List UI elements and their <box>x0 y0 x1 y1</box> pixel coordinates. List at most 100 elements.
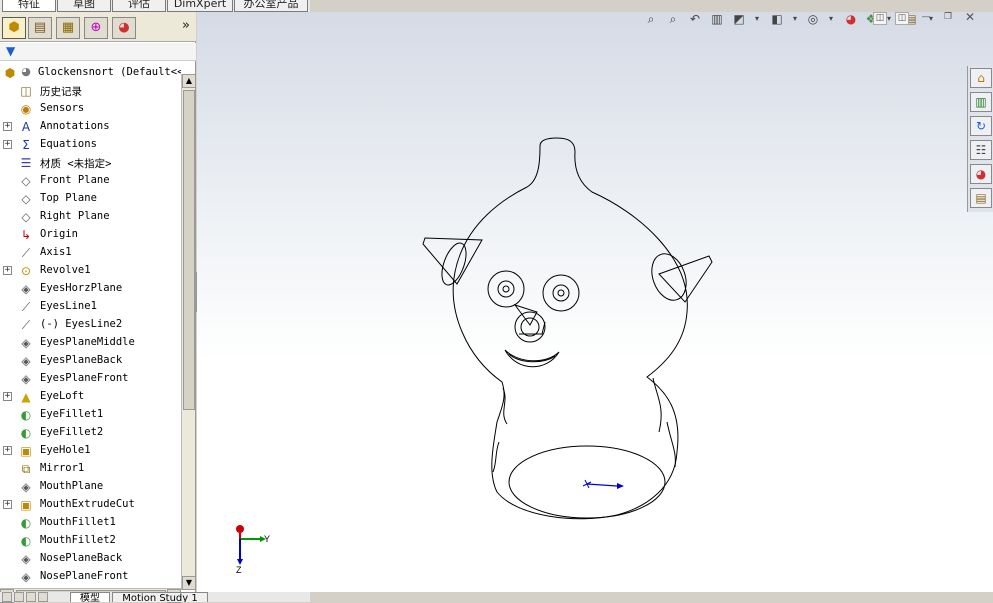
tree-item[interactable]: ◉ Sensors <box>0 100 181 118</box>
appearance-icon: ◕ <box>118 20 130 35</box>
tab-next-icon[interactable] <box>26 592 36 602</box>
filter-icon[interactable]: ▼ <box>6 44 15 58</box>
tab-first-icon[interactable] <box>2 592 12 602</box>
expand-icon[interactable]: + <box>3 392 12 401</box>
triad-z-label: Z <box>236 565 242 573</box>
tree-filter-row: ▼ <box>0 43 196 61</box>
tab-office-products[interactable]: 办公室产品 <box>234 0 308 12</box>
expand-icon[interactable]: + <box>3 140 12 149</box>
scroll-down-icon[interactable]: ▼ <box>182 576 196 590</box>
tree-item-label: Origin <box>40 228 78 240</box>
tab-model[interactable]: 模型 <box>70 592 110 602</box>
refresh-icon[interactable]: ↻ <box>970 116 992 136</box>
tree-item[interactable]: ⟋ Axis1 <box>0 244 181 262</box>
tree-item[interactable]: ◫ 历史记录 <box>0 82 181 100</box>
tree-item[interactable]: ◇ Top Plane <box>0 190 181 208</box>
property-manager-tab[interactable]: ▤ <box>28 17 52 39</box>
tree-item[interactable]: ◐ MouthFillet1 <box>0 514 181 532</box>
plane-icon: ◈ <box>21 282 31 296</box>
plane-icon: ◇ <box>21 210 31 224</box>
tree-item[interactable]: ◈ EyesPlaneMiddle <box>0 334 181 352</box>
custom-properties-icon[interactable]: ▤ <box>970 188 992 208</box>
triad-y-label: Y <box>264 534 270 544</box>
tab-sketch[interactable]: 草图 <box>57 0 111 12</box>
tree-item[interactable]: ◈ MouthPlane <box>0 478 181 496</box>
bottom-tab-bar: 模型 Motion Study 1 <box>0 592 310 602</box>
chevron-right-icon[interactable]: » <box>182 18 190 33</box>
tree-root[interactable]: ⬢ ◕ Glockensnort (Default<< <box>0 64 181 82</box>
left-ear <box>422 237 483 285</box>
plane-icon: ◈ <box>21 570 31 584</box>
configuration-icon: ▦ <box>61 20 75 35</box>
tree-item-label: Top Plane <box>40 192 97 204</box>
material-icon: ☰ <box>20 156 32 170</box>
tree-item-label: Front Plane <box>40 174 110 186</box>
tree-item[interactable]: + ⊙ Revolve1 <box>0 262 181 280</box>
tree-item[interactable]: ◐ EyeFillet1 <box>0 406 181 424</box>
feature-manager-tab[interactable]: ⬢ <box>2 17 26 39</box>
tree-item[interactable]: ⧉ Mirror1 <box>0 460 181 478</box>
expand-icon[interactable]: + <box>3 446 12 455</box>
expand-icon[interactable]: + <box>3 500 12 509</box>
home-icon[interactable]: ⌂ <box>970 68 992 88</box>
tree-item[interactable]: ⟋ (-) EyesLine2 <box>0 316 181 334</box>
tree-item[interactable]: + ▲ EyeLoft <box>0 388 181 406</box>
file-explorer-icon[interactable]: ☷ <box>970 140 992 160</box>
tab-evaluate[interactable]: 评估 <box>112 0 166 12</box>
tree-item-label: EyesPlaneFront <box>40 372 129 384</box>
expand-icon[interactable]: + <box>3 122 12 131</box>
feature-tree-icon: ⬢ <box>8 20 20 35</box>
tree-item[interactable]: ⟋ EyesLine1 <box>0 298 181 316</box>
tree-item[interactable]: ◈ NosePlaneBack <box>0 550 181 568</box>
dimxpert-manager-tab[interactable]: ⊕ <box>84 17 108 39</box>
tab-motion-study[interactable]: Motion Study 1 <box>112 592 208 602</box>
tree-item[interactable]: ◐ MouthFillet2 <box>0 532 181 550</box>
tree-item[interactable]: ☰ 材质 <未指定> <box>0 154 181 172</box>
origin-icon: ↳ <box>20 228 32 242</box>
tree-item[interactable]: ◐ EyeFillet2 <box>0 424 181 442</box>
sketch-icon: ⟋ <box>21 300 31 314</box>
tree-item[interactable]: ◈ EyesPlaneBack <box>0 352 181 370</box>
part-icon: ⬢ <box>4 66 16 80</box>
tree-item[interactable]: + Σ Equations <box>0 136 181 154</box>
sphere-icon: ◕ <box>21 65 31 78</box>
sketch-icon: ⟋ <box>21 318 31 332</box>
origin-marker <box>582 479 624 489</box>
tree-item[interactable]: + A Annotations <box>0 118 181 136</box>
graphics-area[interactable]: ⌕ ⌕ ↶ ▥ ◩ ▾ ◧ ▾ ◎ ▾ ◕ ❖ ▾ ▤ ▾ ◫ ◫ — ❐ ✕ <box>197 12 993 592</box>
tree-item-label: Revolve1 <box>40 264 91 276</box>
scroll-up-icon[interactable]: ▲ <box>182 74 196 88</box>
tab-last-icon[interactable] <box>38 592 48 602</box>
tree-item-label: 历史记录 <box>40 86 82 98</box>
tree-item-label: Mirror1 <box>40 462 85 474</box>
tree-item[interactable]: ◇ Front Plane <box>0 172 181 190</box>
expand-icon[interactable]: + <box>3 266 12 275</box>
tab-dimxpert[interactable]: DimXpert <box>167 0 233 12</box>
tree-item[interactable]: ◈ EyesPlaneFront <box>0 370 181 388</box>
tree-item[interactable]: ◈ EyesHorzPlane <box>0 280 181 298</box>
tree-item-label: Annotations <box>40 120 110 132</box>
configuration-manager-tab[interactable]: ▦ <box>56 17 80 39</box>
tree-vertical-scrollbar[interactable]: ▲ ▼ <box>181 74 196 590</box>
annotations-icon: A <box>21 120 31 134</box>
manager-tab-bar: ⬢ ▤ ▦ ⊕ ◕ » <box>0 12 196 42</box>
design-library-icon[interactable]: ▥ <box>970 92 992 112</box>
tab-prev-icon[interactable] <box>14 592 24 602</box>
appearances-icon[interactable]: ◕ <box>970 164 992 184</box>
tree-item[interactable]: + ▣ EyeHole1 <box>0 442 181 460</box>
tree-item[interactable]: + ▣ MouthExtrudeCut <box>0 496 181 514</box>
scroll-thumb[interactable] <box>183 90 195 410</box>
display-manager-tab[interactable]: ◕ <box>112 17 136 39</box>
tree-item[interactable]: ↳ Origin <box>0 226 181 244</box>
tree-item[interactable]: ◇ Right Plane <box>0 208 181 226</box>
equations-icon: Σ <box>22 138 30 152</box>
tab-features[interactable]: 特征 <box>2 0 56 12</box>
crosshair-icon: ⊕ <box>90 20 102 35</box>
fillet-icon: ◐ <box>20 408 32 422</box>
fillet-icon: ◐ <box>20 516 32 530</box>
plane-icon: ◇ <box>21 174 31 188</box>
tree-item[interactable]: ◈ NosePlaneFront <box>0 568 181 584</box>
tree-item-label: MouthFillet1 <box>40 516 116 528</box>
cut-icon: ▣ <box>20 498 32 512</box>
tree-item-label: Axis1 <box>40 246 72 258</box>
